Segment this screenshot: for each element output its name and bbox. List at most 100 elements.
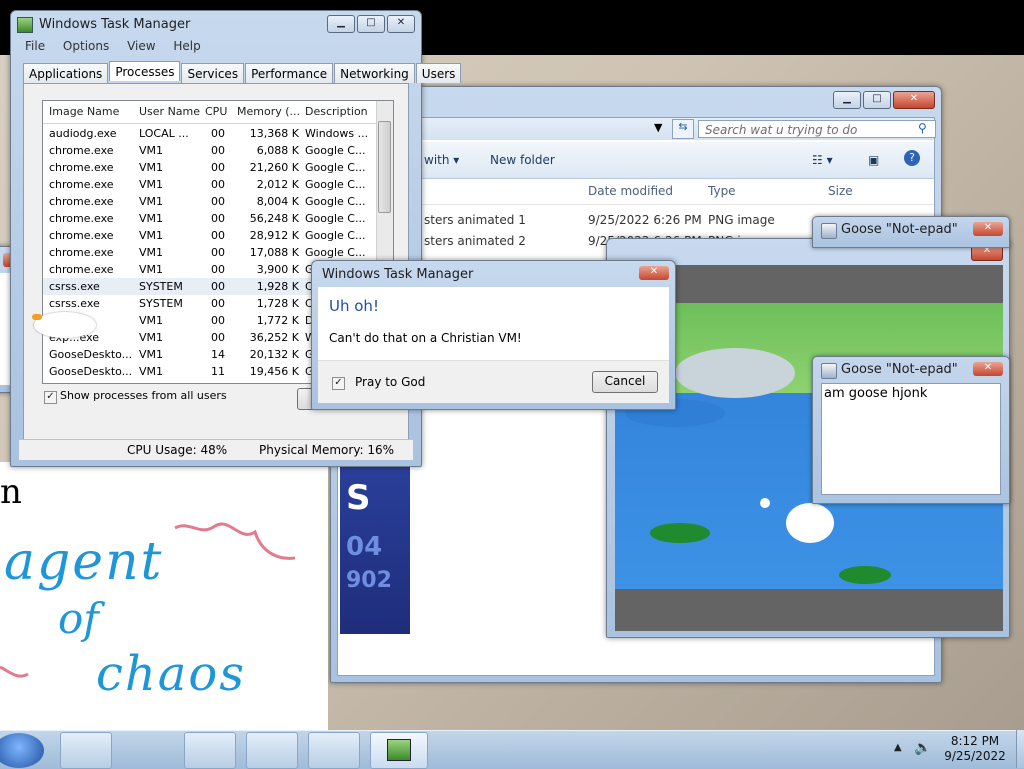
scrollbar-thumb[interactable] xyxy=(378,121,391,213)
column-size[interactable]: Size xyxy=(828,184,853,198)
notepad-window-back[interactable]: Goose "Not-epad" ✕ xyxy=(812,216,1010,248)
process-image-name: chrome.exe xyxy=(49,229,114,242)
process-row[interactable]: chrome.exe VM1 00 2,012 K Google C... xyxy=(43,176,377,193)
pray-to-god-checkbox[interactable]: ✓ xyxy=(332,377,345,390)
process-user-name: SYSTEM xyxy=(139,280,183,293)
menu-file[interactable]: File xyxy=(25,39,45,53)
error-dialog[interactable]: Windows Task Manager ✕ Uh oh! Can't do t… xyxy=(311,260,676,410)
help-icon[interactable]: ? xyxy=(904,150,920,166)
column-cpu[interactable]: CPU xyxy=(205,105,227,118)
window-title: Windows Task Manager xyxy=(39,17,191,32)
search-icon[interactable]: ⚲ xyxy=(918,121,927,135)
show-all-processes-checkbox[interactable]: ✓ xyxy=(44,391,57,404)
process-memory: 3,900 K xyxy=(256,263,299,276)
desktop-goose-sprite[interactable] xyxy=(32,312,96,338)
close-button[interactable]: ✕ xyxy=(973,222,1003,236)
tab-performance[interactable]: Performance xyxy=(245,63,334,83)
goose-shape xyxy=(786,503,834,543)
chevron-down-icon[interactable]: ▼ xyxy=(654,121,662,134)
process-cpu: 00 xyxy=(211,280,225,293)
show-desktop-button[interactable] xyxy=(1016,730,1024,768)
process-user-name: VM1 xyxy=(139,331,164,344)
process-row[interactable]: audiodg.exe LOCAL ... 00 13,368 K Windows ..… xyxy=(43,125,377,142)
tab-users[interactable]: Users xyxy=(415,63,462,83)
process-image-name: chrome.exe xyxy=(49,212,114,225)
panel-number-2: 902 xyxy=(346,568,392,593)
process-row[interactable]: chrome.exe VM1 00 21,260 K Google C... xyxy=(43,159,377,176)
menu-help[interactable]: Help xyxy=(173,39,200,53)
explorer-caption-buttons: ▁ □ ✕ xyxy=(833,91,935,109)
cancel-button[interactable]: Cancel xyxy=(592,371,658,393)
clock-time: 8:12 PM xyxy=(950,734,1000,748)
process-image-name: GooseDeskto... xyxy=(49,348,133,361)
cpu-usage: CPU Usage: 48% xyxy=(127,443,228,457)
drawing-word-agent: agent xyxy=(4,532,164,592)
taskbar-app-button[interactable] xyxy=(308,732,360,769)
menu-options[interactable]: Options xyxy=(63,39,109,53)
column-memory[interactable]: Memory (... xyxy=(237,105,300,118)
tab-services[interactable]: Services xyxy=(181,63,245,83)
minimize-button[interactable]: ▁ xyxy=(327,15,355,33)
process-image-name: chrome.exe xyxy=(49,263,114,276)
close-button[interactable]: ✕ xyxy=(387,15,415,33)
column-type[interactable]: Type xyxy=(708,184,736,198)
search-input[interactable]: Search wat u trying to do xyxy=(698,120,936,138)
process-cpu: 00 xyxy=(211,212,225,225)
speaker-icon[interactable]: 🔈 xyxy=(914,740,931,756)
process-image-name: audiodg.exe xyxy=(49,127,117,140)
process-description: Google C... xyxy=(305,229,366,242)
process-list-header: Image Name User Name CPU Memory (... Des… xyxy=(43,101,377,124)
address-bar[interactable]: ▼ ⇆ Search wat u trying to do ⚲ xyxy=(338,118,936,140)
background-window-fragment: S 04 902 xyxy=(340,464,410,634)
process-row[interactable]: chrome.exe VM1 00 56,248 K Google C... xyxy=(43,210,377,227)
close-button[interactable]: ✕ xyxy=(973,362,1003,376)
process-cpu: 00 xyxy=(211,229,225,242)
process-image-name: chrome.exe xyxy=(49,246,114,259)
taskbar-app-button[interactable] xyxy=(184,732,236,769)
process-memory: 1,928 K xyxy=(256,280,299,293)
taskbar-app-button[interactable] xyxy=(246,732,298,769)
taskbar-clock[interactable]: 8:12 PM 9/25/2022 xyxy=(940,734,1010,764)
process-user-name: VM1 xyxy=(139,263,164,276)
tab-strip: Applications Processes Services Performa… xyxy=(23,61,462,83)
notepad-window-front[interactable]: Goose "Not-epad" ✕ am goose hjonk xyxy=(812,356,1010,504)
maximize-button[interactable]: □ xyxy=(863,91,891,109)
process-image-name: chrome.exe xyxy=(49,195,114,208)
process-row[interactable]: chrome.exe VM1 00 8,004 K Google C... xyxy=(43,193,377,210)
column-description[interactable]: Description xyxy=(305,105,368,118)
process-memory: 28,912 K xyxy=(249,229,299,242)
task-manager-icon xyxy=(387,739,411,761)
tab-applications[interactable]: Applications xyxy=(23,63,109,83)
open-with-button[interactable]: with ▾ xyxy=(424,153,459,167)
process-description: Google C... xyxy=(305,246,366,259)
process-user-name: VM1 xyxy=(139,246,164,259)
notepad-text-area[interactable]: am goose hjonk xyxy=(821,383,1001,495)
tab-networking[interactable]: Networking xyxy=(334,63,415,83)
close-button[interactable]: ✕ xyxy=(639,266,669,280)
process-user-name: VM1 xyxy=(139,365,164,378)
preview-pane-icon[interactable]: ▣ xyxy=(868,153,879,167)
process-row[interactable]: chrome.exe VM1 00 28,912 K Google C... xyxy=(43,227,377,244)
taskbar-task-manager-button[interactable] xyxy=(370,732,428,769)
view-options-icon[interactable]: ☷ ▾ xyxy=(812,153,833,167)
minimize-button[interactable]: ▁ xyxy=(833,91,861,109)
drawing-canvas[interactable]: n agent of chaos xyxy=(0,462,328,747)
maximize-button[interactable]: □ xyxy=(357,15,385,33)
close-button[interactable]: ✕ xyxy=(893,91,935,109)
tab-processes[interactable]: Processes xyxy=(109,61,181,81)
show-hidden-icons-icon[interactable]: ▲ xyxy=(894,742,902,753)
column-user-name[interactable]: User Name xyxy=(139,105,200,118)
column-image-name[interactable]: Image Name xyxy=(49,105,119,118)
new-folder-button[interactable]: New folder xyxy=(490,153,555,167)
taskbar-app-button[interactable] xyxy=(60,732,112,769)
lily-pad xyxy=(650,523,710,543)
process-cpu: 00 xyxy=(211,178,225,191)
process-description: Google C... xyxy=(305,195,366,208)
status-bar: CPU Usage: 48% Physical Memory: 16% xyxy=(19,439,413,460)
process-row[interactable]: chrome.exe VM1 00 17,088 K Google C... xyxy=(43,244,377,261)
column-date-modified[interactable]: Date modified xyxy=(588,184,673,198)
process-row[interactable]: chrome.exe VM1 00 6,088 K Google C... xyxy=(43,142,377,159)
water-lily-flower xyxy=(760,498,770,508)
menu-view[interactable]: View xyxy=(127,39,155,53)
refresh-icon[interactable]: ⇆ xyxy=(672,119,694,139)
